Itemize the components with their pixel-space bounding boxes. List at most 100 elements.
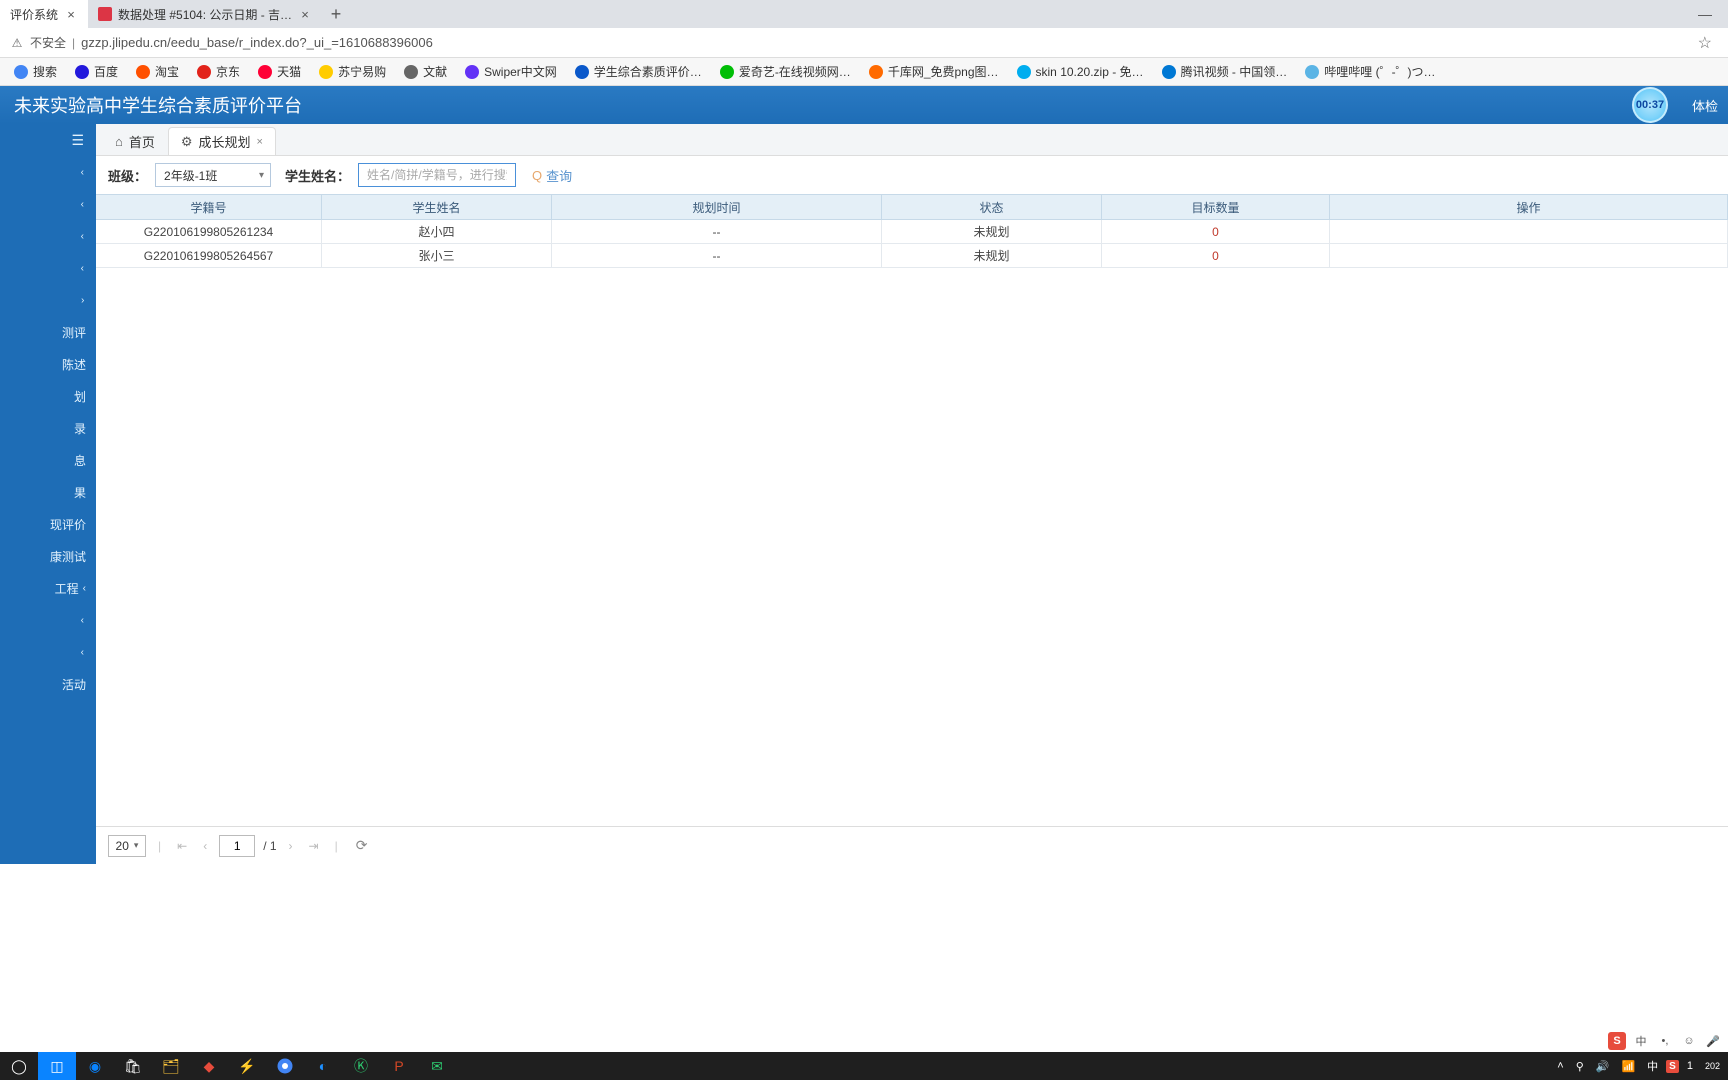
sidebar-item[interactable]: ‹: [0, 284, 96, 316]
sidebar-item[interactable]: ‹: [0, 188, 96, 220]
page-size-select[interactable]: 20: [108, 835, 146, 857]
sidebar-label: 陈述: [62, 356, 86, 373]
close-icon[interactable]: ×: [257, 136, 263, 148]
th-status[interactable]: 状态: [882, 195, 1102, 219]
page-input[interactable]: [219, 835, 255, 857]
bookmark-jd[interactable]: 京东: [189, 60, 248, 83]
bookmark-label: 学生综合素质评价…: [594, 63, 702, 80]
new-tab-button[interactable]: +: [322, 0, 350, 28]
task-explorer[interactable]: 🗂: [152, 1052, 190, 1080]
bookmark-tencent[interactable]: 腾讯视频 - 中国领…: [1154, 60, 1296, 83]
sidebar-item[interactable]: ‹: [0, 604, 96, 636]
th-name[interactable]: 学生姓名: [322, 195, 552, 219]
tab-label: 成长规划: [199, 132, 251, 151]
sidebar-item-xi[interactable]: 息: [0, 444, 96, 476]
sidebar-item-pingjia[interactable]: 现评价: [0, 508, 96, 540]
task-app-1[interactable]: ◫: [38, 1052, 76, 1080]
tray-volume-icon[interactable]: 🔊: [1592, 1060, 1614, 1073]
bookmark-qianku[interactable]: 千库网_免费png图…: [861, 60, 1007, 83]
start-button[interactable]: ◯: [0, 1052, 38, 1080]
tray-date[interactable]: 202: [1701, 1061, 1724, 1071]
ime-mode[interactable]: 中: [1632, 1032, 1650, 1050]
sogou-icon[interactable]: S: [1608, 1032, 1626, 1050]
task-app-2[interactable]: ◆: [190, 1052, 228, 1080]
tray-lang[interactable]: 中: [1643, 1058, 1662, 1074]
table-row[interactable]: G220106199805261234 赵小四 -- 未规划 0: [96, 220, 1728, 244]
query-label: 查询: [546, 166, 572, 185]
task-chrome[interactable]: [266, 1052, 304, 1080]
window-minimize[interactable]: —: [1682, 0, 1728, 28]
swiper-favicon: [465, 65, 479, 79]
th-id[interactable]: 学籍号: [96, 195, 322, 219]
tab-growth-plan[interactable]: ⚙ 成长规划 ×: [168, 127, 276, 155]
separator: |: [335, 839, 338, 853]
content-tabs: ⌂ 首页 ⚙ 成长规划 ×: [96, 124, 1728, 156]
bookmark-student[interactable]: 学生综合素质评价…: [567, 60, 710, 83]
task-app-3[interactable]: ⚡: [228, 1052, 266, 1080]
bookmark-suning[interactable]: 苏宁易购: [311, 60, 394, 83]
url-text[interactable]: gzzp.jlipedu.cn/eedu_base/r_index.do?_ui…: [81, 35, 1686, 50]
th-time[interactable]: 规划时间: [552, 195, 882, 219]
task-powerpoint[interactable]: P: [380, 1052, 418, 1080]
bookmark-tmall[interactable]: 天猫: [250, 60, 309, 83]
sidebar-item-lu[interactable]: 录: [0, 412, 96, 444]
td-op: [1330, 244, 1728, 267]
bookmark-taobao[interactable]: 淘宝: [128, 60, 187, 83]
sidebar-item[interactable]: ‹: [0, 220, 96, 252]
bookmark-swiper[interactable]: Swiper中文网: [457, 60, 565, 83]
last-page-button[interactable]: ⇥: [305, 839, 323, 853]
sidebar-label: 划: [74, 388, 86, 405]
browser-tab-0[interactable]: 评价系统 ×: [0, 0, 88, 28]
bookmark-skin[interactable]: skin 10.20.zip - 免…: [1009, 60, 1152, 83]
bookmark-label: 搜索: [33, 63, 57, 80]
tray-time[interactable]: 1: [1683, 1060, 1697, 1072]
bookmark-bilibili[interactable]: 哔哩哔哩 (゜-゜)つ…: [1297, 60, 1443, 83]
th-count[interactable]: 目标数量: [1102, 195, 1330, 219]
recording-badge: 00:37: [1632, 87, 1668, 123]
bookmark-baidu[interactable]: 百度: [67, 60, 126, 83]
sidebar-item[interactable]: ‹: [0, 252, 96, 284]
bookmark-iqiyi[interactable]: 爱奇艺-在线视频网…: [712, 60, 859, 83]
student-name-input[interactable]: [358, 163, 516, 187]
bookmark-wenxian[interactable]: 文献: [396, 60, 455, 83]
sidebar-item-ceshi[interactable]: 康测试: [0, 540, 96, 572]
task-app-5[interactable]: Ⓚ: [342, 1052, 380, 1080]
tab-home[interactable]: ⌂ 首页: [102, 127, 168, 155]
star-icon[interactable]: ☆: [1692, 33, 1718, 53]
class-dropdown[interactable]: 2年级-1班: [155, 163, 271, 187]
sidebar-label: 工程: [55, 580, 79, 597]
tray-sogou-icon[interactable]: S: [1666, 1060, 1679, 1073]
query-button[interactable]: Q 查询: [532, 166, 572, 185]
header-right-label[interactable]: 体检: [1692, 96, 1718, 115]
sidebar-item[interactable]: ‹: [0, 636, 96, 668]
prev-page-button[interactable]: ‹: [199, 839, 211, 853]
close-icon[interactable]: ×: [64, 7, 78, 21]
task-wechat[interactable]: ✉: [418, 1052, 456, 1080]
tray-chevron-icon[interactable]: ˄: [1553, 1060, 1567, 1072]
sidebar-item[interactable]: ‹: [0, 156, 96, 188]
emoji-icon[interactable]: ☺: [1680, 1032, 1698, 1050]
refresh-button[interactable]: ⟳: [356, 837, 368, 854]
next-page-button[interactable]: ›: [285, 839, 297, 853]
sidebar-toggle-button[interactable]: ☰: [0, 124, 96, 156]
first-page-button[interactable]: ⇤: [173, 839, 191, 853]
table-row[interactable]: G220106199805264567 张小三 -- 未规划 0: [96, 244, 1728, 268]
tray-icon[interactable]: ⚲: [1572, 1060, 1588, 1073]
task-edge[interactable]: ◉: [76, 1052, 114, 1080]
browser-tab-1[interactable]: 数据处理 #5104: 公示日期 - 吉… ×: [88, 0, 322, 28]
sidebar-item-guo[interactable]: 果: [0, 476, 96, 508]
punctuation-icon[interactable]: •,: [1656, 1032, 1674, 1050]
sidebar-item-huodong[interactable]: 活动: [0, 668, 96, 700]
sidebar-item-chenshu[interactable]: 陈述: [0, 348, 96, 380]
th-op[interactable]: 操作: [1330, 195, 1728, 219]
task-store[interactable]: 🛍: [114, 1052, 152, 1080]
sidebar-item-ceping[interactable]: 测评: [0, 316, 96, 348]
bookmark-search[interactable]: 搜索: [6, 60, 65, 83]
tencent-favicon: [1162, 65, 1176, 79]
task-app-4[interactable]: ◐: [304, 1052, 342, 1080]
close-icon[interactable]: ×: [298, 7, 312, 21]
mic-icon[interactable]: 🎤: [1704, 1032, 1722, 1050]
sidebar-item-gongcheng[interactable]: 工程 ‹: [0, 572, 96, 604]
tray-wifi-icon[interactable]: 📶: [1617, 1060, 1639, 1073]
sidebar-item-hua[interactable]: 划: [0, 380, 96, 412]
